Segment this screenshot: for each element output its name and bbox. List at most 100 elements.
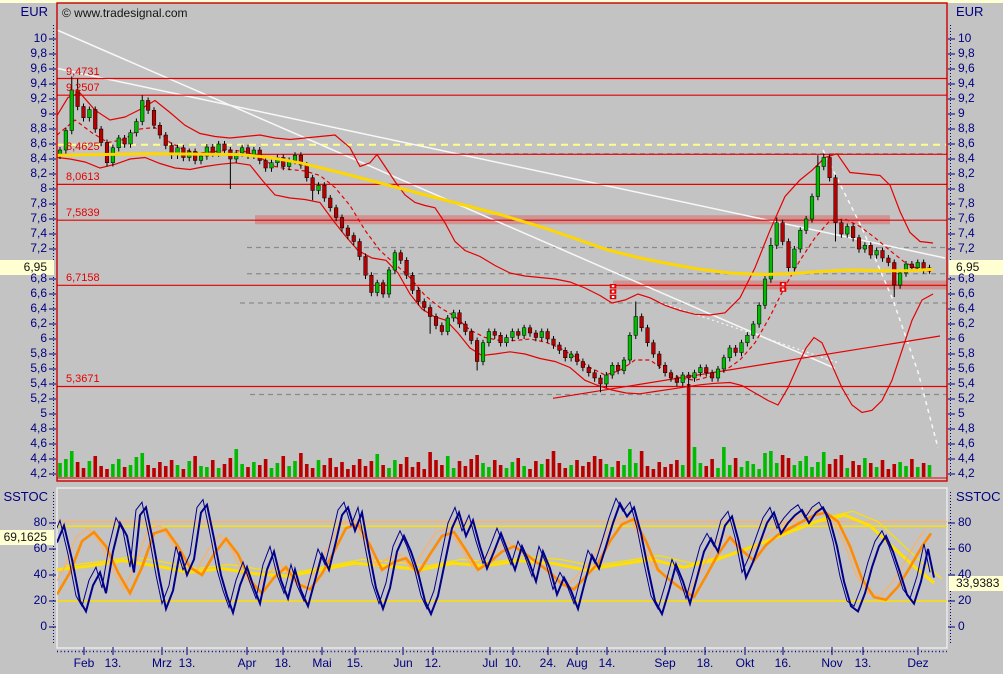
volume-bar [840,455,844,477]
candle-body [687,375,691,378]
candle-body [511,332,515,338]
volume-bar [875,467,879,477]
volume-bar [534,461,538,477]
candle-body [123,138,127,144]
volume-bar [511,462,515,477]
volume-bar [775,463,779,477]
volume-bar [76,462,80,477]
volume-bar [446,456,450,477]
candle-body [352,236,356,242]
candle-body [428,308,432,317]
candle-body [422,302,426,308]
sstoc-tick-label-right: 40 [958,568,1002,581]
volume-bar [475,455,479,477]
volume-bar [816,462,820,477]
volume-bar [892,464,896,477]
price-tick-label-left: 5,8 [0,347,47,360]
volume-bar [258,465,262,477]
candle-body [851,227,855,238]
price-tick-label-left: 4,2 [0,467,47,480]
price-axis-currency-right: EUR [956,4,983,19]
sstoc-tick-label-right: 0 [958,620,1002,633]
candle-body [140,101,144,122]
volume-bar [399,464,403,477]
volume-bar [99,466,103,477]
volume-bar [381,465,385,477]
candle-body [916,263,920,268]
price-tick-label-left: 8 [0,182,47,195]
candle-body [387,270,391,294]
volume-bar [734,458,738,477]
price-tick-label-right: 6,6 [958,287,1002,300]
volume-bar [605,464,609,477]
candle-body [499,335,503,343]
sstoc-blue-thin-line [53,498,930,609]
sstoc-tick-label-right: 60 [958,542,1002,555]
candle-body [516,332,520,336]
price-tick-label-right: 5,6 [958,362,1002,375]
candle-body [587,368,591,373]
candle-body [628,335,632,360]
price-chart-svg[interactable] [0,0,1003,674]
candle-body [734,348,738,353]
price-tick-label-left: 5,4 [0,377,47,390]
time-axis-label: 24. [540,656,557,670]
candle-body [722,358,726,369]
candle-body [875,251,879,256]
sstoc-tick-label-left: 80 [0,516,47,529]
price-tick-label-left: 9,8 [0,47,47,60]
candle-body [740,343,744,353]
candle-body [270,163,274,168]
volume-bar [540,464,544,477]
price-tick-label-left: 8,2 [0,167,47,180]
volume-bar [593,456,597,477]
candle-body [634,317,638,336]
candle-body [346,228,350,236]
volume-bar [64,459,68,477]
volume-bar [158,462,162,477]
volume-bar [434,460,438,477]
time-axis-label: 14. [599,656,616,670]
price-tick-label-right: 8,2 [958,167,1002,180]
candle-body [757,305,761,324]
volume-bar [710,459,714,477]
volume-bar [669,464,673,477]
volume-bar [822,452,826,477]
volume-bar [563,468,567,477]
candle-body [399,253,403,261]
price-tick-label-right: 4,2 [958,467,1002,480]
volume-bar [722,447,726,477]
candle-body [434,317,438,326]
candle-body [381,283,385,294]
time-axis-label: 12. [425,656,442,670]
white-dotted-trendline [660,302,837,362]
candle-body [522,328,526,336]
candle-body [223,144,227,150]
price-tick-label-left: 9 [0,107,47,120]
volume-bar [458,461,462,477]
volume-bar [740,467,744,477]
tradesignal-chart-window: { "window": {"top_strip_color": "#ffffd6… [0,0,1003,674]
level-value-label: 8,0613 [66,171,100,183]
candle-body [810,197,814,220]
volume-bar [411,467,415,477]
price-tick-label-left: 6,2 [0,317,47,330]
price-tick-label-left: 7,6 [0,212,47,225]
price-tick-label-right: 7,4 [958,227,1002,240]
volume-bar [575,460,579,477]
candle-body [728,348,732,358]
time-axis-label: 18. [697,656,714,670]
volume-bar [769,451,773,477]
price-tick-label-left: 7,4 [0,227,47,240]
sstoc-tick-label-left: 20 [0,594,47,607]
volume-bar [305,464,309,477]
volume-bar [105,469,109,477]
candle-body [393,253,397,270]
candle-body [99,129,103,143]
volume-bar [193,456,197,477]
price-tick-label-right: 8,8 [958,122,1002,135]
sstoc-title-left: SSTOC [0,489,48,504]
price-tick-label-left: 10 [0,32,47,45]
volume-bar [223,464,227,477]
volume-bar [863,458,867,477]
